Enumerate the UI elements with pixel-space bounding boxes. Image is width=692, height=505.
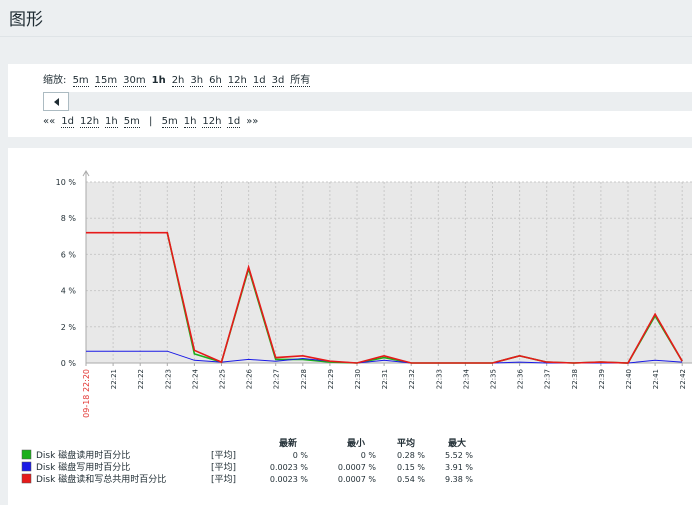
x-tick-label: 22:34 [462,368,470,389]
x-tick-label: 22:41 [652,369,660,389]
x-tick-label: 22:39 [598,369,606,389]
x-tick-label: 22:31 [381,369,389,389]
legend-max-value: 3.91 % [445,463,473,472]
zoom-row: 缩放: 5m 15m 30m 1h 2h 3h 6h 12h 1d 3d 所有 [43,71,317,87]
x-tick-label: 22:37 [544,369,552,389]
x-tick-label: 22:26 [246,368,254,389]
x-tick-label: 22:40 [625,369,633,389]
x-start-label: 09-18 22:20 [82,369,91,418]
time-shift-row: «« 1d 12h 1h 5m | 5m 1h 12h 1d »» [43,116,265,128]
zoom-option-2[interactable]: 30m [123,75,146,87]
arrow-left-icon [54,98,59,106]
x-tick-label: 22:42 [679,369,687,389]
legend-swatch [21,461,32,472]
x-tick-label: 22:33 [435,369,443,389]
legend-series-name: Disk 磁盘读用时百分比 [36,449,130,461]
time-filter-panel: 缩放: 5m 15m 30m 1h 2h 3h 6h 12h 1d 3d 所有 «« 1d 12h 1h 5… [8,64,692,137]
x-tick-label: 22:23 [164,369,172,389]
shift-back-2[interactable]: 12h [79,116,100,128]
zoom-option-6[interactable]: 6h [209,75,222,87]
shift-forward-3[interactable]: 1d [227,116,241,128]
legend-last-value: 0 % [293,451,309,460]
y-tick-label: 4 % [61,287,77,296]
legend-header: 最小 [347,437,365,449]
timeline-bar[interactable] [43,92,692,111]
legend-avg-value: 0.15 % [397,463,425,472]
y-tick-label: 10 % [56,178,77,187]
shift-back-links: «« 1d 12h 1h 5m [43,116,146,128]
x-tick-label: 22:25 [219,369,227,389]
legend-avg-value: 0.28 % [397,451,425,460]
legend-last-value: 0.0023 % [270,463,309,472]
legend-max-value: 5.52 % [445,451,473,460]
shift-forward-4[interactable]: »» [246,116,258,127]
shift-forward-0[interactable]: 5m [161,116,178,128]
y-tick-label: 6 % [61,250,77,259]
x-tick-label: 22:24 [191,368,199,389]
x-tick-label: 22:28 [300,369,308,389]
zoom-option-8[interactable]: 1d [252,75,266,87]
legend-swatch [21,449,32,460]
x-tick-label: 22:21 [110,369,118,389]
shift-forward-2[interactable]: 12h [202,116,222,128]
zoom-option-9[interactable]: 3d [271,75,285,87]
legend-header: 最大 [448,437,466,449]
legend-min-value: 0 % [361,451,377,460]
legend-header: 平均 [397,437,415,449]
page-title: 图形 [9,10,43,30]
zoom-option-7[interactable]: 12h [227,75,247,87]
shift-forward-links: 5m 1h 12h 1d »» [161,116,265,128]
zoom-option-1[interactable]: 15m [94,75,118,87]
disk-usage-graph: 10 % 8 % 6 % 4 % 2 % 0 % 09-18 22:20 22:21 22:22… [21,170,692,485]
shift-back-1[interactable]: 1d [61,116,74,128]
x-tick-label: 22:38 [571,369,579,389]
shift-back-0[interactable]: «« [43,116,55,127]
zoom-option-4[interactable]: 2h [171,75,185,87]
legend-min-value: 0.0007 % [338,475,377,484]
legend-avg-value: 0.54 % [397,475,425,484]
x-tick-label: 22:32 [408,369,416,389]
shift-back-3[interactable]: 1h [105,116,118,128]
zoom-option-3[interactable]: 1h [152,75,166,86]
zoom-options: 5m 15m 30m 1h 2h 3h 6h 12h 1d 3d 所有 [72,75,317,87]
zoom-option-5[interactable]: 3h [190,75,204,87]
legend-min-value: 0.0007 % [338,463,377,472]
legend-max-value: 9.38 % [445,475,473,484]
zoom-option-10[interactable]: 所有 [290,75,311,87]
x-tick-label: 22:35 [490,369,498,389]
legend-series-name: Disk 磁盘读和写总共用时百分比 [36,473,166,485]
legend-function: [平均] [211,473,236,485]
shift-forward-1[interactable]: 1h [183,116,197,128]
shift-separator: | [149,116,153,127]
graph-panel: 10 % 8 % 6 % 4 % 2 % 0 % 09-18 22:20 22:21 22:22… [8,148,692,505]
zoom-label: 缩放: [43,75,67,86]
legend-function: [平均] [211,461,236,473]
y-tick-label: 8 % [61,214,77,223]
legend-series-name: Disk 磁盘写用时百分比 [36,461,130,473]
scroll-back-button[interactable] [43,92,69,111]
legend-swatch [21,473,32,484]
x-tick-label: 22:27 [273,369,281,389]
x-tick-label: 22:30 [354,369,362,389]
legend-last-value: 0.0023 % [270,475,309,484]
zoom-option-0[interactable]: 5m [72,75,89,87]
y-tick-label: 2 % [61,323,77,332]
title-divider [0,36,692,37]
x-tick-label: 22:36 [517,368,525,389]
x-tick-label: 22:29 [327,369,335,389]
x-tick-label: 22:22 [137,369,145,389]
shift-back-4[interactable]: 5m [123,116,140,128]
y-tick-label: 0 % [61,359,77,368]
legend-header: 最新 [279,437,297,449]
legend-function: [平均] [211,449,236,461]
